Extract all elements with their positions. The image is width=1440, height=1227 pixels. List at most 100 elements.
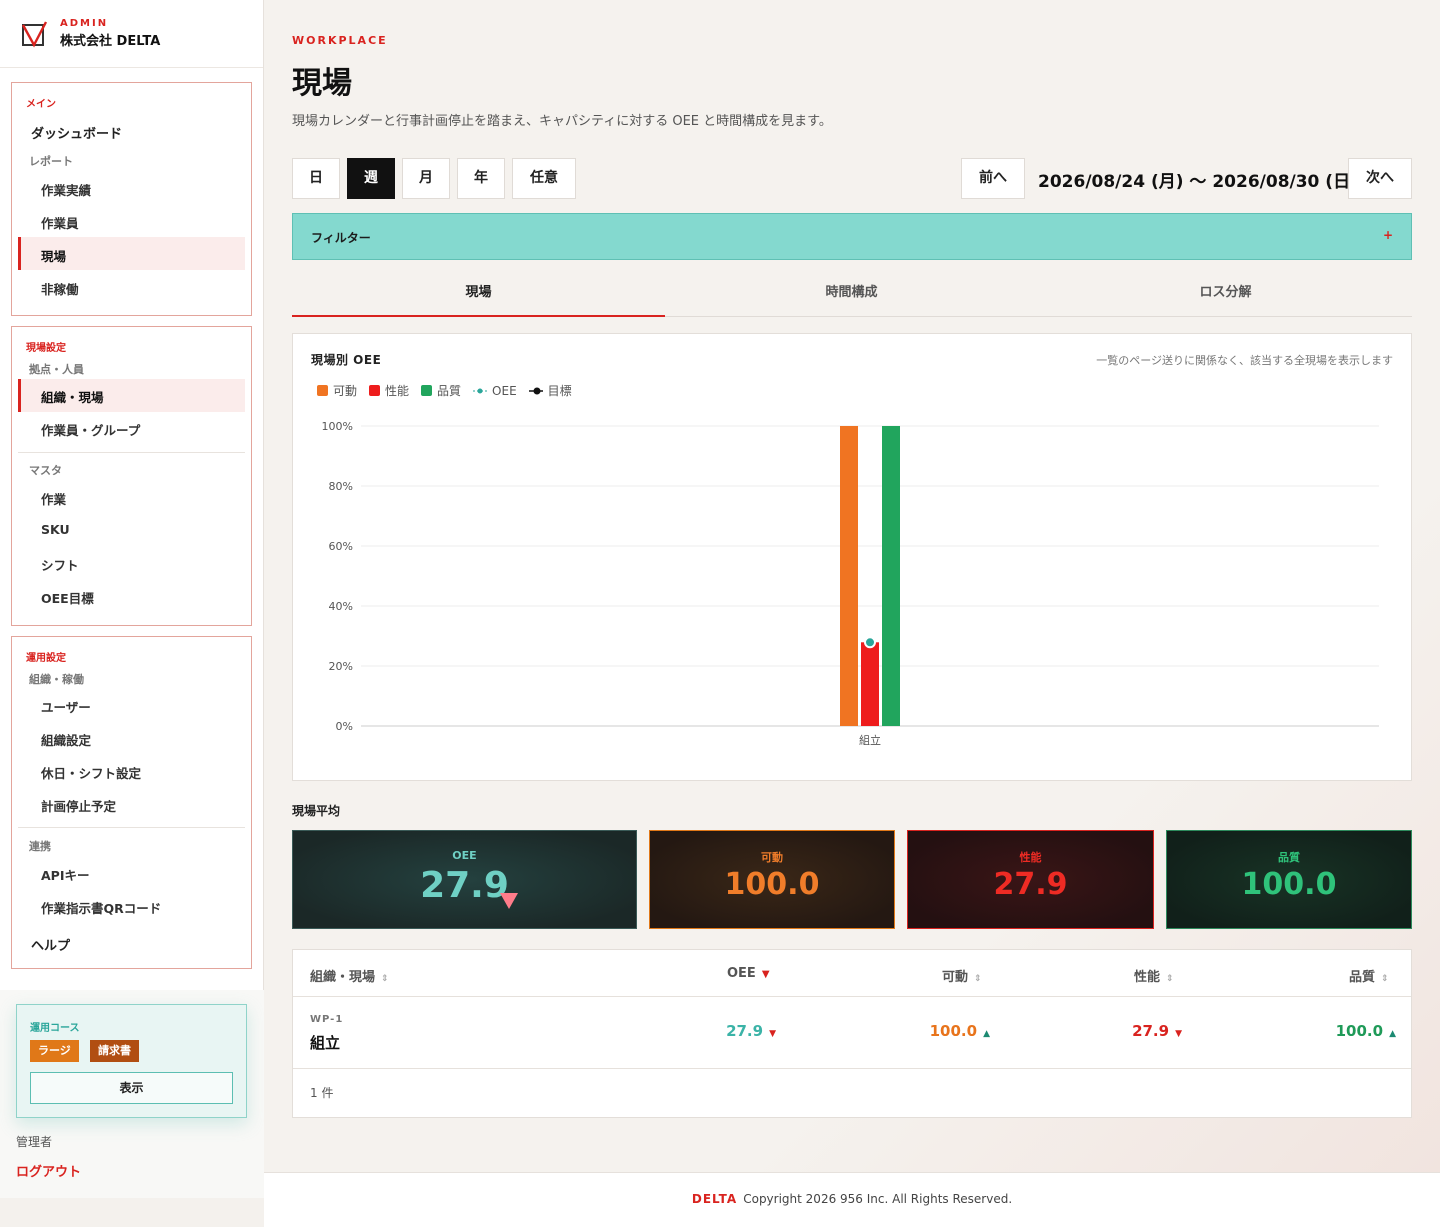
sidebar-item-dashboard[interactable]: ダッシュボード <box>31 123 122 142</box>
kpi-performance-label: 性能 <box>1019 851 1042 864</box>
sidebar-item-help[interactable]: ヘルプ <box>31 935 70 954</box>
prev-period-button[interactable]: 前へ <box>961 158 1025 199</box>
column-header-availability[interactable]: 可動 ⇕ <box>942 966 982 985</box>
legend-target[interactable]: 目標 <box>528 382 572 399</box>
sidebar-item-api-keys[interactable]: APIキー <box>41 865 90 884</box>
legend-performance[interactable]: 性能 <box>369 382 409 399</box>
nav-section-ops: 運用設定 <box>26 653 66 664</box>
sidebar-item-tasks[interactable]: 作業 <box>41 489 66 508</box>
sort-icon: ⇕ <box>974 974 982 984</box>
page-description: 現場カレンダーと行事計画停止を踏まえ、キャパシティに対する OEE と時間構成を… <box>292 114 832 129</box>
legend-label: 目標 <box>547 384 572 398</box>
trend-up-icon: ▲ <box>983 1029 990 1039</box>
sidebar-item-workplace[interactable]: 現場 <box>41 246 66 265</box>
legend-label: 性能 <box>385 384 410 398</box>
tab-loss-breakdown[interactable]: ロス分解 <box>1039 271 1412 317</box>
workplace-table: 組織・現場 ⇕ OEE ▼ 可動 ⇕ 性能 ⇕ 品質 ⇕ WP-1 組立 27.9 ▼ 10… <box>292 949 1412 1118</box>
sidebar-item-workers[interactable]: 作業員 <box>41 213 79 232</box>
tab-time-composition[interactable]: 時間構成 <box>665 271 1038 317</box>
sidebar-bottom-spacer <box>0 1198 264 1227</box>
x-tick-label: 組立 <box>859 733 881 747</box>
footer: DELTA Copyright 2026 956 Inc. All Rights … <box>264 1172 1440 1227</box>
kpi-availability-card: 可動 100.0 <box>649 830 895 929</box>
oee-point <box>864 636 876 649</box>
filter-panel-toggle[interactable]: フィルター + <box>292 213 1412 260</box>
plan-show-button[interactable]: 表示 <box>30 1072 233 1104</box>
legend-oee[interactable]: OEE <box>473 382 517 399</box>
footer-copyright: Copyright 2026 956 Inc. All Rights Reser… <box>743 1192 1013 1206</box>
y-tick-label: 20% <box>329 660 353 673</box>
sidebar-item-org-sites[interactable]: 組織・現場 <box>41 387 104 406</box>
sidebar-item-org-settings[interactable]: 組織設定 <box>41 730 91 749</box>
y-tick-label: 40% <box>329 600 353 613</box>
sidebar-item-shifts[interactable]: シフト <box>41 555 79 574</box>
company-name: 株式会社 DELTA <box>60 34 161 49</box>
kpi-quality-label: 品質 <box>1278 851 1300 864</box>
plan-title: 運用コース <box>30 1023 80 1034</box>
sidebar-item-downtime[interactable]: 非稼働 <box>41 279 79 298</box>
nav-ops-settings: 運用設定 組織・稼働 ユーザー 組織設定 休日・シフト設定 計画停止予定 連携 … <box>11 636 252 969</box>
plan-tag-invoice: 請求書 <box>90 1040 139 1062</box>
y-tick-label: 0% <box>336 720 353 733</box>
kpi-oee-label: OEE <box>452 849 477 862</box>
sidebar-item-oee-target[interactable]: OEE目標 <box>41 588 94 607</box>
column-header-site[interactable]: 組織・現場 ⇕ <box>310 966 389 985</box>
legend-availability[interactable]: 可動 <box>317 382 357 399</box>
nav-sub-master: マスタ <box>29 464 62 477</box>
period-custom-button[interactable]: 任意 <box>512 158 576 199</box>
period-day-button[interactable]: 日 <box>292 158 340 199</box>
trend-down-icon: ▼ <box>1175 1029 1182 1039</box>
nav-sub-org: 組織・稼働 <box>29 673 84 686</box>
sort-desc-icon: ▼ <box>761 969 770 980</box>
sidebar-item-users[interactable]: ユーザー <box>41 697 91 716</box>
view-tabs: 現場 時間構成 ロス分解 <box>292 271 1412 317</box>
kpi-quality-value: 100.0 <box>1241 867 1337 902</box>
nav-divider <box>18 452 245 453</box>
nav-sub-bases: 拠点・人員 <box>29 363 84 376</box>
average-title: 現場平均 <box>292 804 341 818</box>
kpi-oee-value: 27.9 <box>420 865 509 906</box>
sort-icon: ⇕ <box>381 974 389 984</box>
column-header-quality[interactable]: 品質 ⇕ <box>1349 966 1389 985</box>
site-code: WP-1 <box>310 1014 344 1025</box>
sidebar-item-work-results[interactable]: 作業実績 <box>41 180 91 199</box>
y-tick-label: 80% <box>329 480 353 493</box>
nav-sub-report: レポート <box>29 155 73 168</box>
logout-link[interactable]: ログアウト <box>16 1161 81 1180</box>
cell-performance: 27.9 ▼ <box>1132 1022 1182 1040</box>
bar-2 <box>882 426 900 726</box>
legend-quality[interactable]: 品質 <box>421 382 461 399</box>
main-content: WORKPLACE 現場 現場カレンダーと行事計画停止を踏まえ、キャパシティに対… <box>264 0 1440 1172</box>
date-range: 2026/08/24 (月) 〜 2026/08/30 (日) <box>1038 172 1358 192</box>
next-period-button[interactable]: 次へ <box>1348 158 1412 199</box>
column-header-performance[interactable]: 性能 ⇕ <box>1134 966 1174 985</box>
column-header-oee[interactable]: OEE ▼ <box>727 966 770 981</box>
brand[interactable]: ADMIN 株式会社 DELTA <box>0 0 263 68</box>
sidebar-item-qr-code[interactable]: 作業指示書QRコード <box>41 898 161 917</box>
trend-up-icon: ▲ <box>1389 1029 1396 1039</box>
sidebar-item-sku[interactable]: SKU <box>41 522 70 537</box>
period-month-button[interactable]: 月 <box>402 158 450 199</box>
oee-chart-card: 現場別 OEE 一覧のページ送りに関係なく、該当する全現場を表示します 可動 性… <box>292 333 1412 781</box>
tab-workplace[interactable]: 現場 <box>292 271 665 317</box>
footer-brand: DELTA <box>691 1192 738 1206</box>
sidebar-item-holiday-shift[interactable]: 休日・シフト設定 <box>41 763 141 782</box>
kpi-availability-label: 可動 <box>761 851 783 864</box>
kpi-quality-card: 品質 100.0 <box>1166 830 1412 929</box>
period-year-button[interactable]: 年 <box>457 158 505 199</box>
sidebar: ADMIN 株式会社 DELTA メイン ダッシュボード レポート 作業実績 作… <box>0 0 264 1198</box>
nav-sub-integration: 連携 <box>29 840 51 853</box>
chart-note: 一覧のページ送りに関係なく、該当する全現場を表示します <box>1096 354 1393 367</box>
plus-icon: + <box>1382 228 1393 242</box>
period-week-button[interactable]: 週 <box>347 158 395 199</box>
sidebar-item-worker-groups[interactable]: 作業員・グループ <box>41 420 140 439</box>
column-header-label: OEE <box>727 966 756 981</box>
oee-bar-chart: 100% 80% 60% 40% 20% 0% 組立 <box>322 420 1379 747</box>
sidebar-item-planned-stops[interactable]: 計画停止予定 <box>41 796 116 815</box>
nav-divider <box>18 827 245 828</box>
trend-down-icon: ▼ <box>769 1029 776 1039</box>
row-count: 1 件 <box>310 1086 334 1100</box>
delta-logo-icon <box>21 20 48 48</box>
admin-label: ADMIN <box>60 18 109 29</box>
cell-availability: 100.0 ▲ <box>930 1022 990 1040</box>
